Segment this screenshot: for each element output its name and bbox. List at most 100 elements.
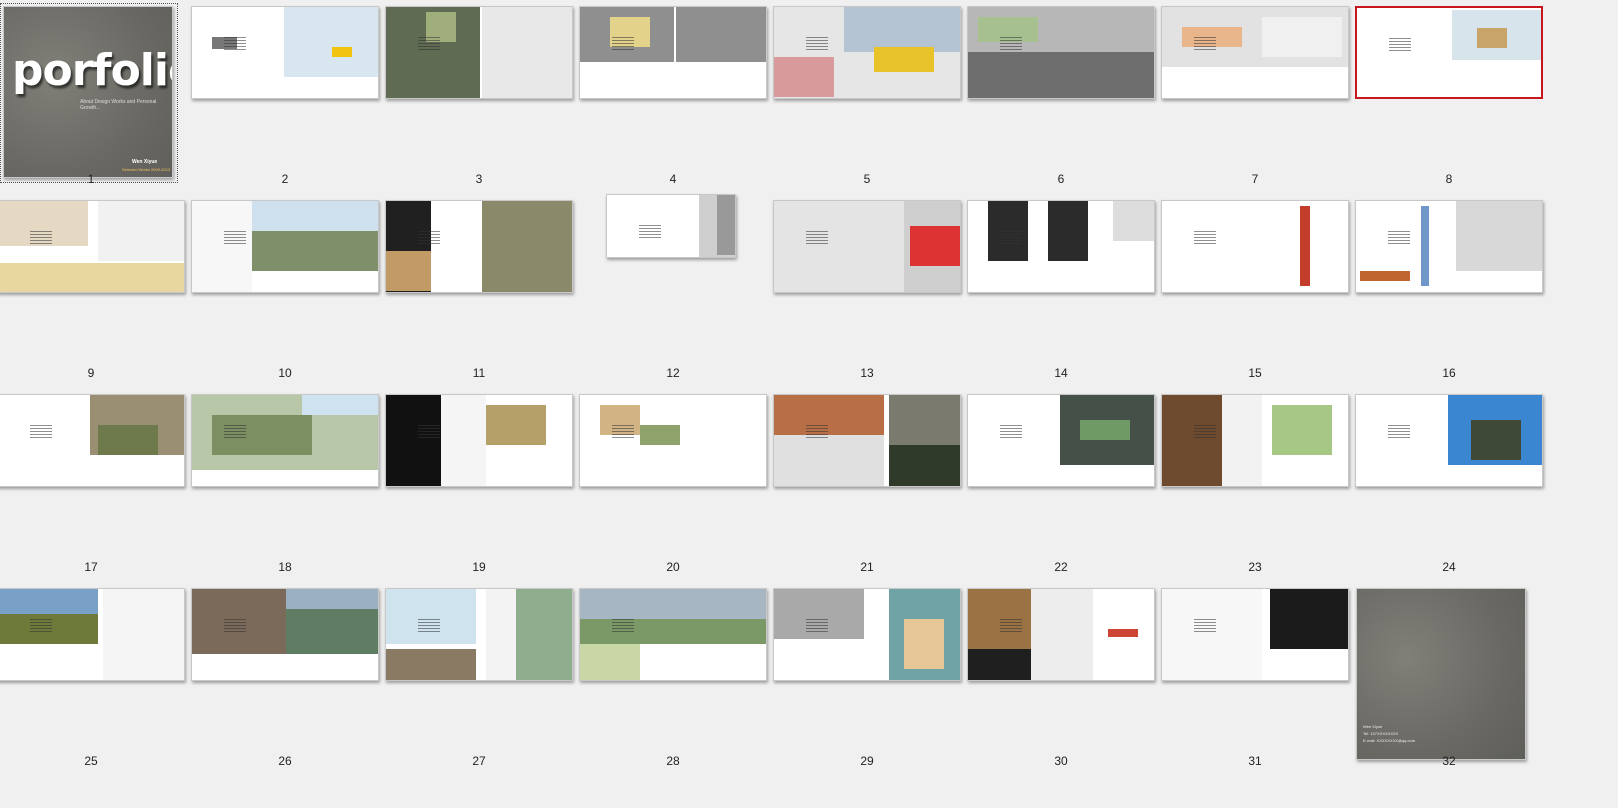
page-thumbnail[interactable] <box>191 6 379 99</box>
page-image-block <box>1108 629 1138 637</box>
page-thumbnail[interactable] <box>385 394 573 487</box>
page-image-block <box>386 251 431 291</box>
page-thumbnail-cell: 11 <box>382 194 576 388</box>
page-thumbnail[interactable]: Wen Xiyue Tel: 137XXXXXXXX E-mail: XXXXXXX… <box>1356 588 1526 760</box>
page-thumbnail[interactable] <box>773 394 961 487</box>
page-thumbnail[interactable] <box>579 588 767 681</box>
page-number-label: 30 <box>1054 754 1068 768</box>
page-number-label: 1 <box>87 172 95 186</box>
page-thumbnail-cell: 2 <box>188 0 382 194</box>
page-thumbnail[interactable] <box>967 394 1155 487</box>
page-image-block <box>482 7 572 98</box>
page-thumbnail[interactable] <box>0 200 185 293</box>
page-thumbnail[interactable] <box>579 6 767 99</box>
page-thumbnail[interactable] <box>191 200 379 293</box>
page-thumbnail[interactable] <box>1355 200 1543 293</box>
page-image-block <box>486 589 516 680</box>
page-number-label: 23 <box>1248 560 1262 574</box>
page-image-block <box>580 619 766 644</box>
page-image-block <box>0 589 98 614</box>
page-thumbnail-cell: 30 <box>964 582 1158 776</box>
page-thumbnail-cell: 25 <box>0 582 188 776</box>
page-thumbnail[interactable] <box>967 6 1155 99</box>
page-image-block <box>431 201 481 292</box>
page-thumbnail[interactable] <box>1161 588 1349 681</box>
page-text-block <box>806 619 828 633</box>
page-thumbnail[interactable] <box>191 588 379 681</box>
page-image-block <box>284 7 378 77</box>
page-number-label: 28 <box>666 754 680 768</box>
page-thumbnail-cell: 5 <box>770 0 964 194</box>
page-image-block <box>482 201 572 292</box>
page-thumbnail[interactable] <box>773 200 961 293</box>
page-text-block <box>1000 231 1022 245</box>
page-image-block <box>1080 420 1130 440</box>
page-image-block <box>441 395 486 486</box>
page-image-block <box>844 7 960 52</box>
page-thumbnail[interactable] <box>1161 394 1349 487</box>
page-image-block <box>1270 589 1348 649</box>
page-image-block <box>1113 201 1154 241</box>
page-image-block <box>386 395 441 486</box>
page-text-block <box>1000 619 1022 633</box>
page-text-block <box>418 619 440 633</box>
page-thumbnail-cell: 15 <box>1158 194 1352 388</box>
page-image-block <box>252 231 378 271</box>
page-text-block <box>418 425 440 439</box>
page-thumbnail[interactable] <box>385 200 573 293</box>
page-number-label: 20 <box>666 560 680 574</box>
page-text-block <box>612 425 634 439</box>
page-text-block <box>1000 37 1022 51</box>
page-thumbnail[interactable] <box>773 6 961 99</box>
page-thumbnail[interactable] <box>967 200 1155 293</box>
page-number-label: 3 <box>475 172 483 186</box>
page-text-block <box>224 619 246 633</box>
page-thumbnail-cell: 7 <box>1158 0 1352 194</box>
page-thumbnail[interactable] <box>1161 200 1349 293</box>
page-number-label: 19 <box>472 560 486 574</box>
page-image-block <box>1162 201 1348 292</box>
page-thumbnail-cell: 24 <box>1352 388 1546 582</box>
page-text-block <box>30 231 52 245</box>
page-thumbnail[interactable] <box>967 588 1155 681</box>
page-thumbnail[interactable] <box>385 6 573 99</box>
back-cover-tel: Tel: 137XXXXXXXX <box>1363 731 1399 736</box>
page-thumbnail[interactable] <box>191 394 379 487</box>
page-image-block <box>486 405 546 445</box>
page-thumbnail-cell: Wen Xiyue Tel: 137XXXXXXXX E-mail: XXXXXXX… <box>1352 582 1546 776</box>
page-text-block <box>1194 37 1216 51</box>
page-thumbnail[interactable] <box>606 194 736 258</box>
page-number-label: 18 <box>278 560 292 574</box>
page-image-block <box>1222 395 1262 486</box>
page-number-label: 9 <box>87 366 95 380</box>
page-thumbnail[interactable] <box>0 394 185 487</box>
page-image-block <box>103 589 184 680</box>
page-thumbnail[interactable] <box>1355 6 1543 99</box>
page-text-block <box>224 231 246 245</box>
page-image-block <box>302 395 378 415</box>
page-thumbnail[interactable]: porfolio About Design Works and Personal … <box>3 6 173 178</box>
page-thumbnail[interactable] <box>1161 6 1349 99</box>
page-thumbnail-cell: 6 <box>964 0 1158 194</box>
page-image-block <box>1272 405 1332 455</box>
page-thumbnail[interactable] <box>579 394 767 487</box>
page-thumbnail-cell: 19 <box>382 388 576 582</box>
cover-title: porfolio <box>12 45 172 96</box>
page-image-block <box>774 57 834 97</box>
page-number-label: 16 <box>1442 366 1456 380</box>
page-thumbnail-cell: 12 <box>576 194 770 388</box>
page-number-label: 26 <box>278 754 292 768</box>
page-thumbnail[interactable] <box>773 588 961 681</box>
page-thumbnail[interactable] <box>1355 394 1543 487</box>
page-number-label: 32 <box>1442 754 1456 768</box>
page-number-label: 12 <box>666 366 680 380</box>
page-image-block <box>1477 28 1507 48</box>
page-text-block <box>418 37 440 51</box>
page-image-block <box>1162 589 1262 680</box>
page-thumbnail[interactable] <box>385 588 573 681</box>
page-number-label: 11 <box>472 366 486 380</box>
page-number-label: 10 <box>278 366 292 380</box>
page-thumbnail[interactable] <box>0 588 185 681</box>
page-thumbnail-cell: 10 <box>188 194 382 388</box>
back-cover-contact: Wen Xiyue Tel: 137XXXXXXXX E-mail: XXXXXXX… <box>1363 723 1415 744</box>
